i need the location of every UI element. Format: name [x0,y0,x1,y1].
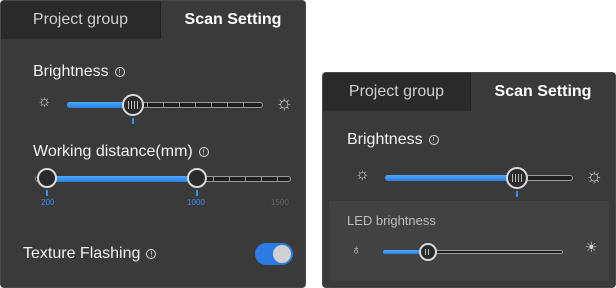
slider-ticks [205,176,291,182]
working-distance-range-slider[interactable] [35,168,291,196]
bulb-off-icon: ♁ [351,241,362,257]
scale-label-max: 1500 [271,198,289,207]
scan-settings-panel-left: Project group Scan Setting Brightness ! … [0,0,306,288]
slider-thumb[interactable] [122,94,144,116]
brightness-label: Brightness [347,131,423,148]
sun-large-icon: ☼ [275,92,294,114]
brightness-label-row: Brightness ! [33,63,125,81]
slider-thumb[interactable] [419,243,437,261]
current-value-marker [516,191,518,197]
texture-flashing-label: Texture Flashing [23,245,141,262]
brightness-slider[interactable] [385,167,573,197]
led-brightness-section: LED brightness ♁ ☀ [329,201,609,281]
current-value-marker [132,118,134,124]
brightness-slider[interactable] [67,94,263,124]
sun-small-icon: ☼ [355,166,370,183]
texture-flashing-toggle[interactable] [255,243,293,265]
info-icon[interactable]: ! [146,249,157,259]
info-icon[interactable]: ! [198,147,209,157]
led-brightness-slider[interactable] [383,243,563,261]
tab-project-group[interactable]: Project group [323,73,471,111]
range-thumb-min[interactable] [37,168,57,188]
scale-label-min: 200 [41,198,55,207]
slider-thumb[interactable] [506,167,528,189]
sun-large-icon: ☼ [585,165,604,187]
info-icon[interactable]: ! [428,135,439,145]
texture-flashing-label-row: Texture Flashing ! [23,245,157,263]
working-distance-label: Working distance(mm) [33,143,193,160]
tab-scan-setting[interactable]: Scan Setting [471,73,615,111]
slider-fill [385,175,515,181]
brightness-label-row: Brightness ! [347,131,439,149]
tab-bar: Project group Scan Setting [323,73,615,111]
brightness-label: Brightness [33,63,109,80]
working-distance-label-row: Working distance(mm) ! [33,143,209,161]
slider-range-fill [47,176,197,182]
slider-ticks [137,102,263,108]
scan-settings-panel-right: Project group Scan Setting Brightness ! … [322,72,616,288]
min-value-marker [46,190,48,196]
tab-bar: Project group Scan Setting [1,1,305,39]
sun-small-icon: ☼ [37,93,52,110]
range-thumb-max[interactable] [187,168,207,188]
scale-label-mid: 1000 [187,198,205,207]
bulb-on-icon: ☀ [585,239,598,255]
info-icon[interactable]: ! [114,67,125,77]
toggle-knob [273,245,291,263]
led-brightness-label: LED brightness [347,213,436,228]
max-value-marker [196,190,198,196]
tab-scan-setting[interactable]: Scan Setting [161,1,305,39]
tab-project-group[interactable]: Project group [1,1,161,39]
